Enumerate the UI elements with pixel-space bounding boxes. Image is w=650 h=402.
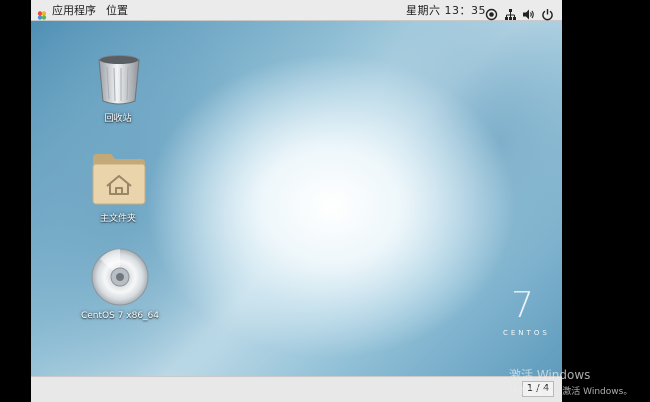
trash-icon	[98, 55, 140, 105]
home-folder-label: 主文件夹	[99, 214, 136, 224]
desktop-item-home-folder[interactable]: 主文件夹	[83, 150, 153, 224]
vm-screen: 应用程序 位置 星期六 13：35 回收站 主文件夹 CentOS 7 x86_…	[31, 0, 562, 402]
desktop-item-trash[interactable]: 回收站	[83, 53, 153, 125]
workspace-switcher[interactable]: 1 / 4	[522, 381, 554, 397]
bottom-panel: 1 / 4	[31, 376, 562, 402]
home-folder-icon	[92, 154, 146, 205]
centos-branding: 7 CENTOS	[499, 286, 559, 346]
optical-disc-icon	[91, 248, 149, 306]
desktop[interactable]: 回收站 主文件夹 CentOS 7 x86_64 7 CENTOS	[31, 21, 562, 376]
top-panel: 应用程序 位置 星期六 13：35	[31, 0, 562, 21]
trash-label: 回收站	[104, 114, 132, 124]
desktop-item-centos-disc[interactable]: CentOS 7 x86_64	[76, 247, 164, 325]
clock[interactable]: 星期六 13：35	[406, 0, 486, 21]
centos-disc-label: CentOS 7 x86_64	[80, 311, 160, 321]
applications-menu[interactable]: 应用程序	[52, 0, 96, 21]
centos-logo-text: CENTOS	[503, 329, 550, 337]
places-menu[interactable]: 位置	[106, 0, 128, 21]
centos-version-number: 7	[511, 285, 534, 326]
